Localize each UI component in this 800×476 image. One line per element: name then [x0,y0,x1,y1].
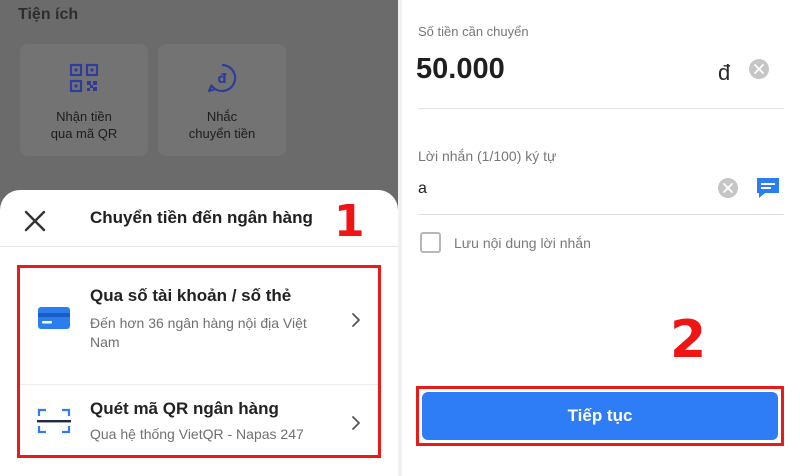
option-scan-qr-title: Quét mã QR ngân hàng [90,399,279,418]
transfer-bottom-sheet: Chuyển tiền đến ngân hàng 1 Qua số tài k… [0,190,398,476]
dong-reminder-icon: đ [207,63,237,93]
sheet-title: Chuyển tiền đến ngân hàng [90,208,313,227]
save-message-label: Lưu nội dung lời nhắn [454,235,591,251]
qr-code-icon [69,63,99,93]
continue-button[interactable]: Tiếp tục [422,392,778,440]
receive-via-qr-label-line1: Nhận tiền [56,109,112,124]
amount-input[interactable]: 50.000 [416,53,505,86]
step-annotation-1: 1 [334,196,365,247]
right-screen: Số tiền cần chuyển 50.000 đ Lời nhắn (1/… [402,0,800,476]
option-account-card-title: Qua số tài khoản / số thẻ [90,286,292,305]
message-template-icon[interactable] [755,175,781,201]
left-screen: Tiện ích Nhận tiền qua mã QR đ Nhắc chuy… [0,0,398,476]
receive-via-qr-label-line2: qua mã QR [50,126,118,141]
clear-icon [723,183,733,193]
transfer-reminder-label-line2: chuyển tiền [188,126,256,141]
transfer-reminder-card[interactable]: đ Nhắc chuyển tiền [158,44,286,156]
receive-via-qr-label: Nhận tiền qua mã QR [20,108,148,142]
svg-text:đ: đ [217,72,227,87]
transfer-reminder-label-line1: Nhắc [206,109,238,124]
message-input[interactable]: a [418,180,427,198]
utilities-title: Tiện ích [18,6,79,23]
amount-label: Số tiền cần chuyển [418,24,529,39]
highlight-box-continue: Tiếp tục [416,386,784,446]
step-annotation-2: 2 [670,310,707,370]
option-scan-qr[interactable]: Quét mã QR ngân hàng Qua hệ thống VietQR… [20,384,378,461]
amount-underline [418,108,784,109]
scan-qr-icon [37,408,71,434]
currency-symbol: đ [718,60,731,85]
close-icon[interactable] [22,208,48,234]
bank-card-icon [38,307,70,329]
sheet-divider [0,246,398,247]
clear-message-button[interactable] [718,178,738,198]
option-account-card[interactable]: Qua số tài khoản / số thẻ Đến hơn 36 ngâ… [20,268,378,384]
receive-via-qr-card[interactable]: Nhận tiền qua mã QR [20,44,148,156]
clear-amount-button[interactable] [749,59,769,79]
save-message-checkbox[interactable] [420,232,441,253]
chevron-right-icon [352,313,360,327]
message-underline [418,214,784,215]
option-account-card-subtitle: Đến hơn 36 ngân hàng nội địa Việt Nam [90,315,307,350]
highlight-box-options: Qua số tài khoản / số thẻ Đến hơn 36 ngâ… [17,265,381,458]
transfer-reminder-label: Nhắc chuyển tiền [158,108,286,142]
chevron-right-icon [352,416,360,430]
option-scan-qr-subtitle: Qua hệ thống VietQR - Napas 247 [90,426,304,442]
message-label: Lời nhắn (1/100) ký tự [418,148,557,164]
clear-icon [754,64,764,74]
